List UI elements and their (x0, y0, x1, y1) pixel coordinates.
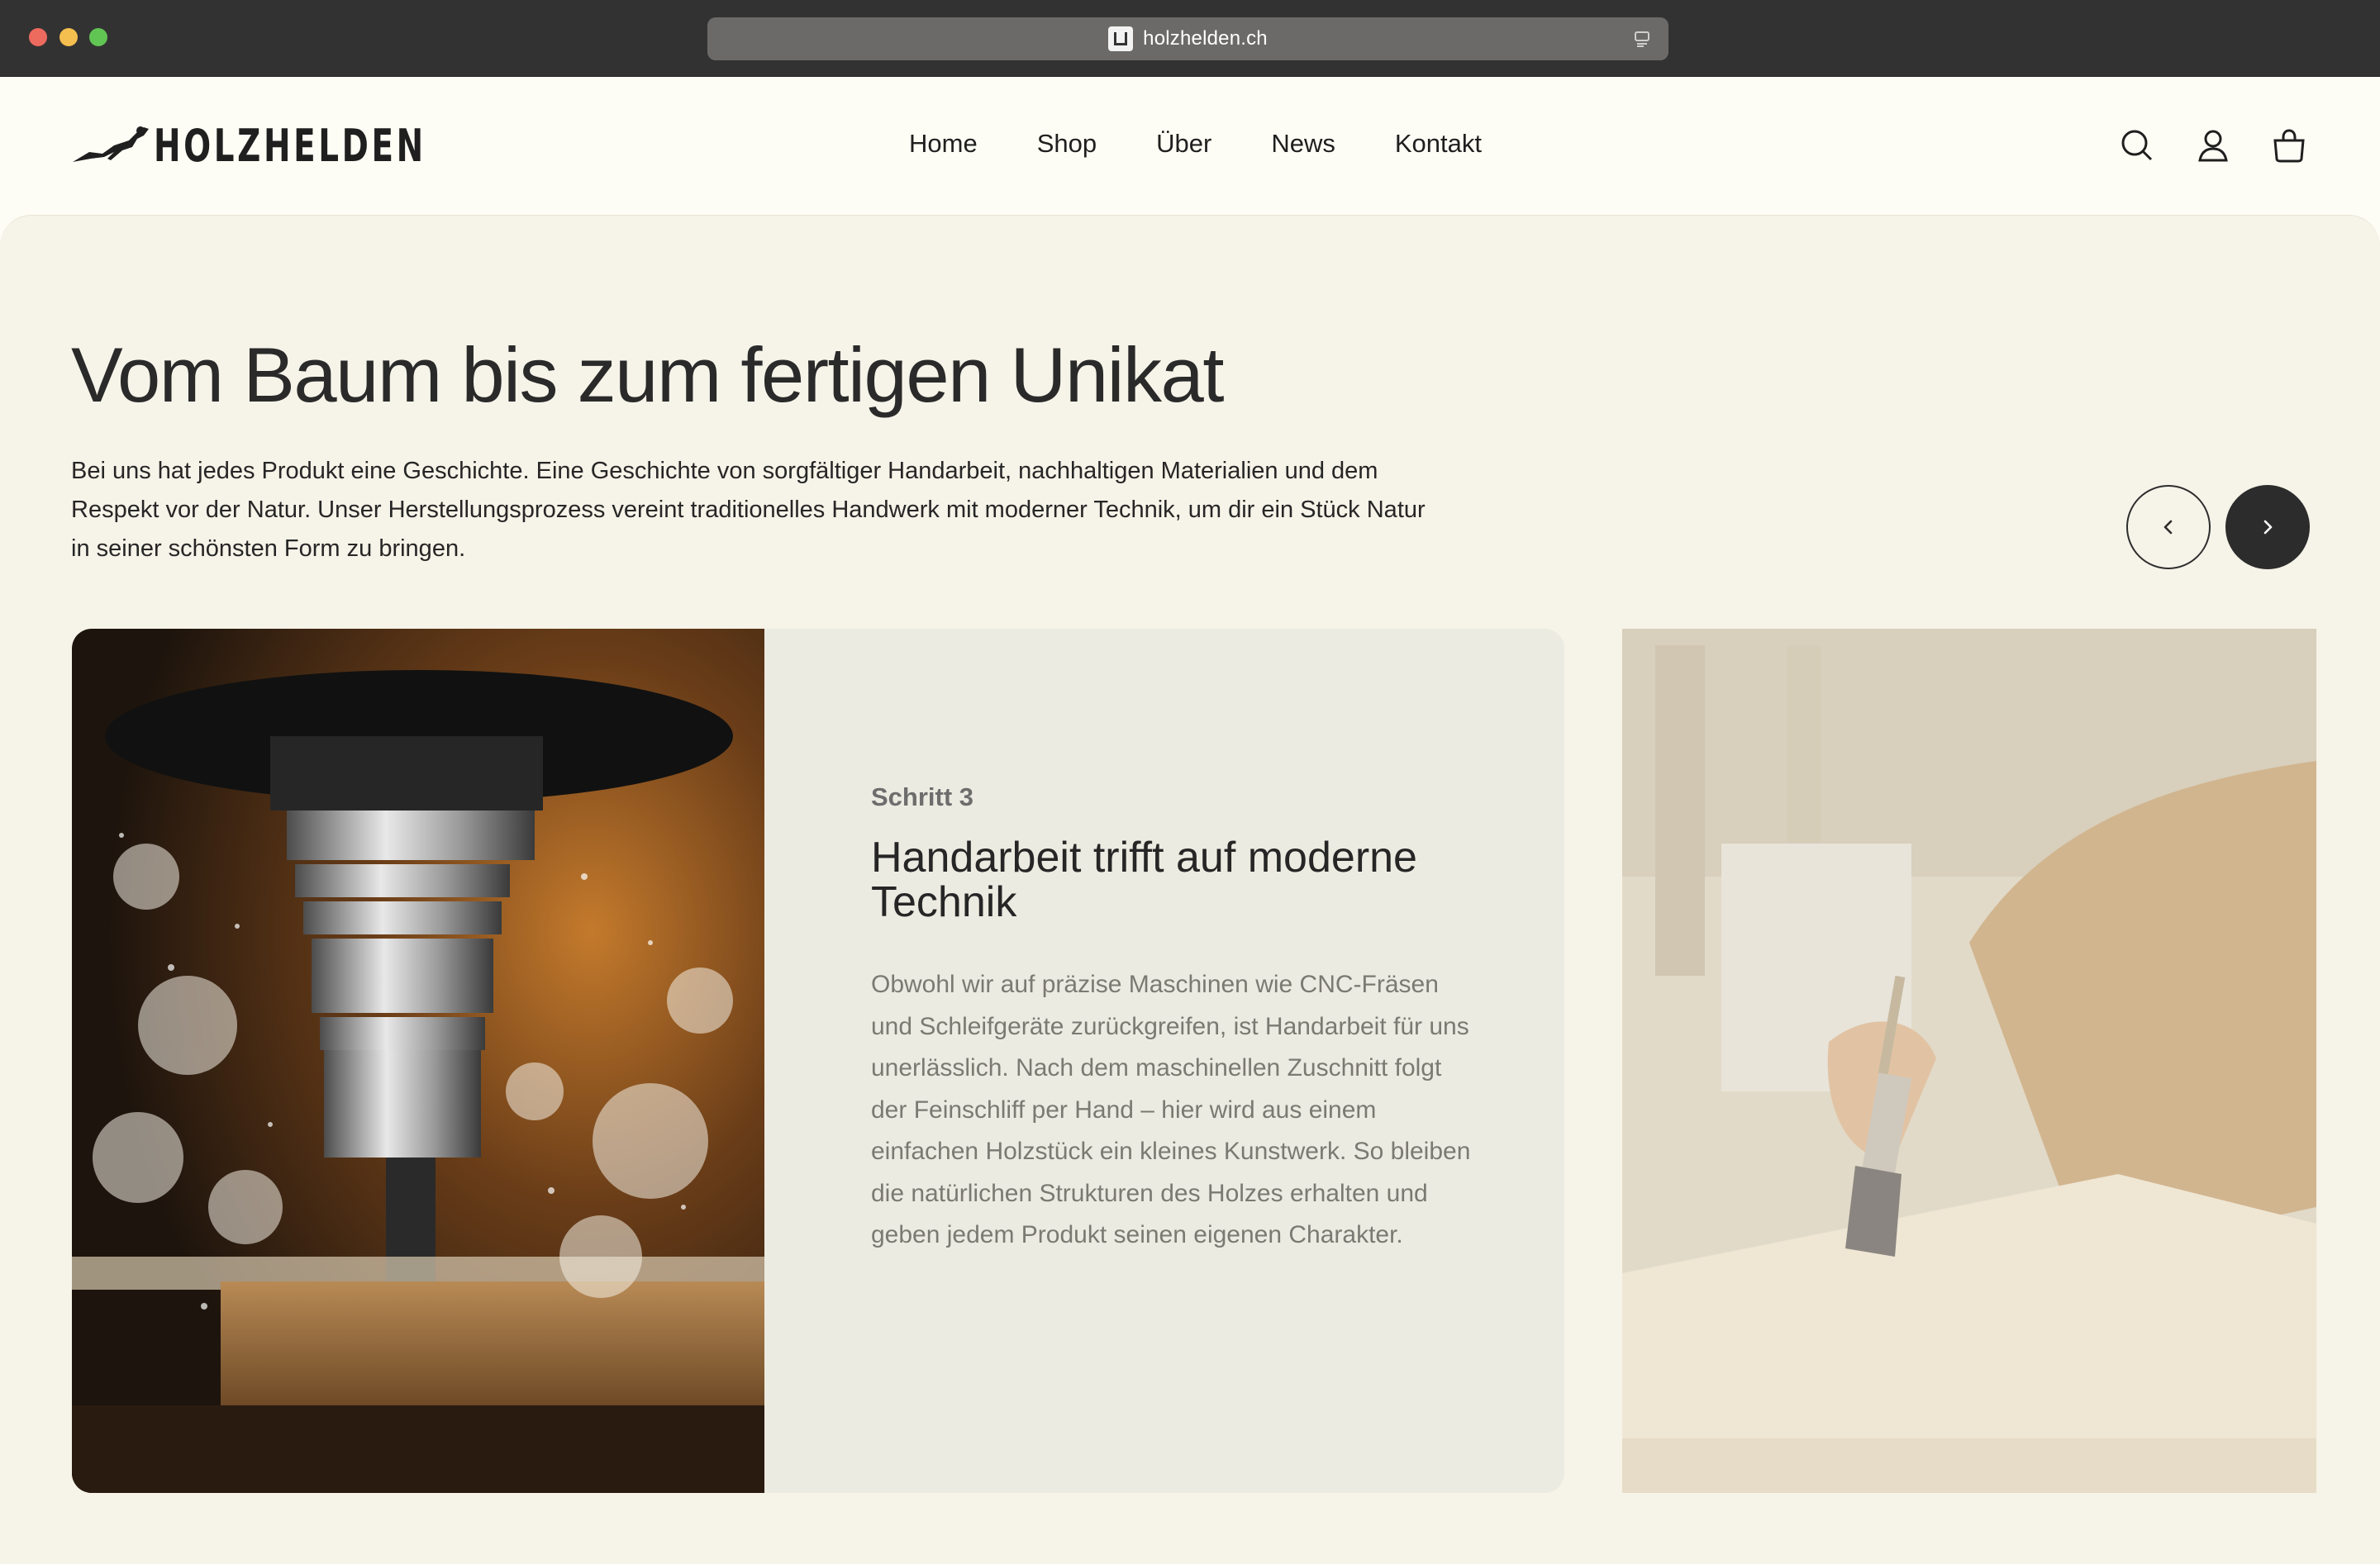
slide-title: Handarbeit trifft auf moderne Technik (871, 834, 1417, 926)
site-header: HOLZHELDEN Home Shop Über News Kontakt (0, 78, 2380, 215)
section-title: Vom Baum bis zum fertigen Unikat (71, 331, 1224, 418)
main-navigation: Home Shop Über News Kontakt (909, 129, 1482, 159)
reader-mode-icon[interactable] (1632, 29, 1652, 49)
site-favicon-icon (1108, 26, 1134, 51)
cnc-milling-photo (72, 629, 764, 1493)
slide-content: Schritt 3 Handarbeit trifft auf moderne … (871, 782, 1483, 1257)
nav-news[interactable]: News (1271, 129, 1335, 159)
nav-contact[interactable]: Kontakt (1395, 129, 1482, 159)
slide-body: Obwohl wir auf präzise Maschinen wie CNC… (871, 971, 1471, 1248)
slide-step-label: Schritt 3 (871, 782, 974, 811)
process-slide-next[interactable] (1622, 629, 2316, 1493)
url-text: holzhelden.ch (1143, 27, 1268, 50)
slider-next-button[interactable] (2225, 485, 2310, 569)
nav-shop[interactable]: Shop (1037, 129, 1097, 159)
header-actions (2119, 127, 2307, 164)
browser-chrome: holzhelden.ch (0, 0, 2380, 77)
process-slide-active: Schritt 3 Handarbeit trifft auf moderne … (72, 629, 1564, 1493)
minimize-window-button[interactable] (60, 28, 78, 46)
nav-home[interactable]: Home (909, 129, 978, 159)
logo-wordmark: HOLZHELDEN (154, 119, 426, 172)
process-section: Vom Baum bis zum fertigen Unikat Bei uns… (0, 215, 2380, 1564)
chevron-right-icon (2263, 520, 2273, 535)
maximize-window-button[interactable] (89, 28, 107, 46)
address-bar[interactable]: holzhelden.ch (707, 17, 1668, 60)
slider-prev-button[interactable] (2126, 485, 2211, 569)
site-logo[interactable]: HOLZHELDEN (71, 119, 532, 172)
section-intro: Bei uns hat jedes Produkt eine Geschicht… (71, 458, 1426, 562)
flying-hero-logo-icon (73, 126, 149, 162)
nav-about[interactable]: Über (1156, 129, 1211, 159)
search-icon[interactable] (2119, 127, 2155, 164)
cart-icon[interactable] (2271, 127, 2307, 164)
chevron-left-icon (2163, 520, 2173, 535)
account-icon[interactable] (2195, 127, 2231, 164)
wood-finishing-photo (1622, 629, 2316, 1493)
close-window-button[interactable] (29, 28, 47, 46)
